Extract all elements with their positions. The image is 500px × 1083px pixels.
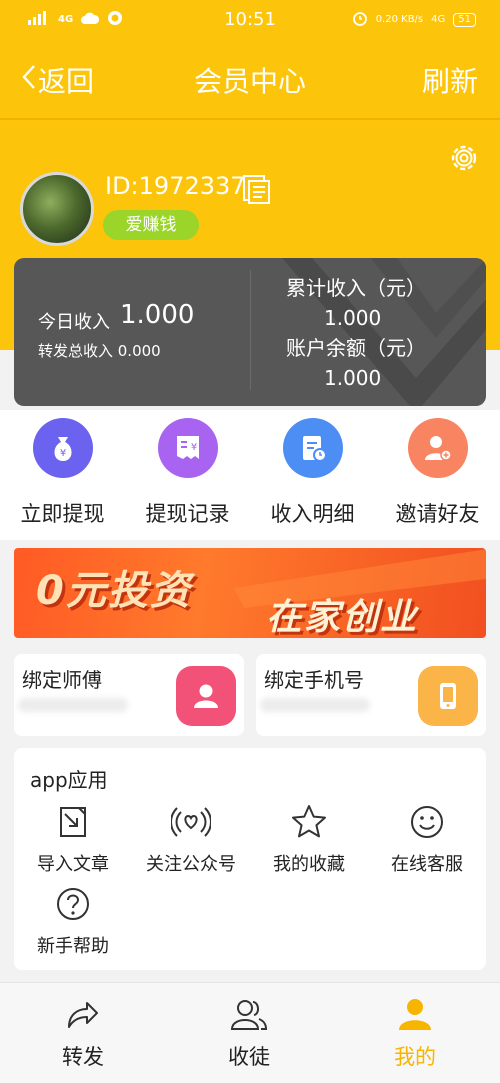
alarm-icon bbox=[352, 10, 368, 29]
member-badge: 爱赚钱 bbox=[103, 210, 199, 240]
add-user-icon bbox=[407, 418, 468, 478]
tab-forward-label: 转发 bbox=[62, 1045, 104, 1069]
status-right: 0.20 KB/s 4G 51 bbox=[352, 10, 476, 29]
bind-master-status bbox=[18, 698, 128, 712]
broadcast-heart-icon bbox=[170, 802, 212, 842]
customer-service-label: 在线客服 bbox=[391, 854, 463, 875]
phone-icon bbox=[418, 666, 478, 726]
import-icon bbox=[53, 802, 93, 842]
forward-income: 转发总收入 0.000 bbox=[38, 342, 161, 360]
beginner-help-label: 新手帮助 bbox=[37, 936, 109, 957]
balance-label: 账户余额（元） bbox=[286, 336, 426, 360]
quick-actions: ¥ 立即提现 ¥ 提现记录 收入明细 邀请好友 bbox=[0, 410, 500, 540]
tab-forward[interactable]: 转发 bbox=[0, 995, 166, 1071]
money-bag-icon: ¥ bbox=[32, 418, 93, 478]
tab-recruit[interactable]: 收徒 bbox=[166, 995, 332, 1071]
tab-mine[interactable]: 我的 bbox=[332, 995, 498, 1071]
net-speed: 0.20 KB/s bbox=[375, 14, 424, 25]
battery-indicator: 51 bbox=[453, 12, 476, 27]
user-icon bbox=[176, 666, 236, 726]
favorites-button[interactable]: 我的收藏 bbox=[250, 802, 368, 876]
users-icon bbox=[229, 995, 269, 1035]
promo-banner[interactable]: 0元投资 在家创业 bbox=[14, 548, 486, 638]
today-income-value: 1.000 bbox=[120, 300, 195, 330]
svg-text:¥: ¥ bbox=[59, 448, 65, 459]
follow-account-button[interactable]: 关注公众号 bbox=[132, 802, 250, 876]
withdraw-button[interactable]: ¥ 立即提现 bbox=[0, 418, 125, 528]
share-icon bbox=[63, 995, 103, 1035]
tab-recruit-label: 收徒 bbox=[228, 1045, 270, 1069]
earnings-card: 今日收入 1.000 转发总收入 0.000 累计收入（元） 1.000 账户余… bbox=[14, 258, 486, 406]
bind-phone-card[interactable]: 绑定手机号 bbox=[256, 654, 486, 736]
header-divider bbox=[0, 118, 500, 120]
header-bar: 返回 会员中心 刷新 bbox=[0, 40, 500, 118]
avatar[interactable] bbox=[20, 172, 94, 246]
bind-master-label: 绑定师傅 bbox=[22, 668, 102, 692]
bottom-nav: 转发 收徒 我的 bbox=[0, 982, 500, 1083]
withdraw-records-label: 提现记录 bbox=[145, 502, 230, 526]
balance-value: 1.000 bbox=[324, 366, 382, 390]
receipt-icon: ¥ bbox=[157, 418, 218, 478]
banner-subline: 在家创业 bbox=[266, 597, 419, 638]
withdraw-records-button[interactable]: ¥ 提现记录 bbox=[125, 418, 250, 528]
star-icon bbox=[289, 802, 329, 842]
copy-icon[interactable] bbox=[240, 174, 270, 204]
svg-text:¥: ¥ bbox=[190, 442, 196, 453]
invite-friends-label: 邀请好友 bbox=[395, 502, 480, 526]
earnings-divider bbox=[250, 270, 251, 390]
app-panel: app应用 导入文章 关注公众号 我的收藏 在线客服 新手帮助 bbox=[14, 748, 486, 970]
banner-headline: 0元投资 bbox=[36, 568, 192, 614]
invite-friends-button[interactable]: 邀请好友 bbox=[375, 418, 500, 528]
income-details-button[interactable]: 收入明细 bbox=[250, 418, 375, 528]
follow-account-label: 关注公众号 bbox=[146, 854, 236, 875]
customer-service-button[interactable]: 在线客服 bbox=[368, 802, 486, 876]
total-income-label: 累计收入（元） bbox=[286, 276, 426, 300]
document-clock-icon bbox=[282, 418, 343, 478]
bind-phone-label: 绑定手机号 bbox=[264, 668, 364, 692]
tab-mine-label: 我的 bbox=[394, 1045, 436, 1069]
person-icon bbox=[395, 995, 435, 1035]
user-id: ID:1972337 bbox=[105, 172, 246, 200]
withdraw-label: 立即提现 bbox=[20, 502, 105, 526]
bind-phone-status bbox=[260, 698, 370, 712]
app-panel-heading: app应用 bbox=[30, 768, 108, 792]
income-details-label: 收入明细 bbox=[270, 502, 355, 526]
smiley-icon bbox=[407, 802, 447, 842]
total-income-value: 1.000 bbox=[324, 306, 382, 330]
status-bar: 4G 10:51 0.20 KB/s 4G 51 bbox=[0, 0, 500, 40]
gear-icon[interactable] bbox=[446, 140, 482, 176]
question-icon bbox=[53, 884, 93, 924]
signal-type: 4G bbox=[431, 14, 446, 25]
bind-master-card[interactable]: 绑定师傅 bbox=[14, 654, 244, 736]
today-income-label: 今日收入 bbox=[38, 312, 110, 333]
beginner-help-button[interactable]: 新手帮助 bbox=[14, 884, 132, 958]
import-article-button[interactable]: 导入文章 bbox=[14, 802, 132, 876]
import-article-label: 导入文章 bbox=[37, 854, 109, 875]
refresh-button[interactable]: 刷新 bbox=[422, 60, 478, 100]
favorites-label: 我的收藏 bbox=[273, 854, 345, 875]
